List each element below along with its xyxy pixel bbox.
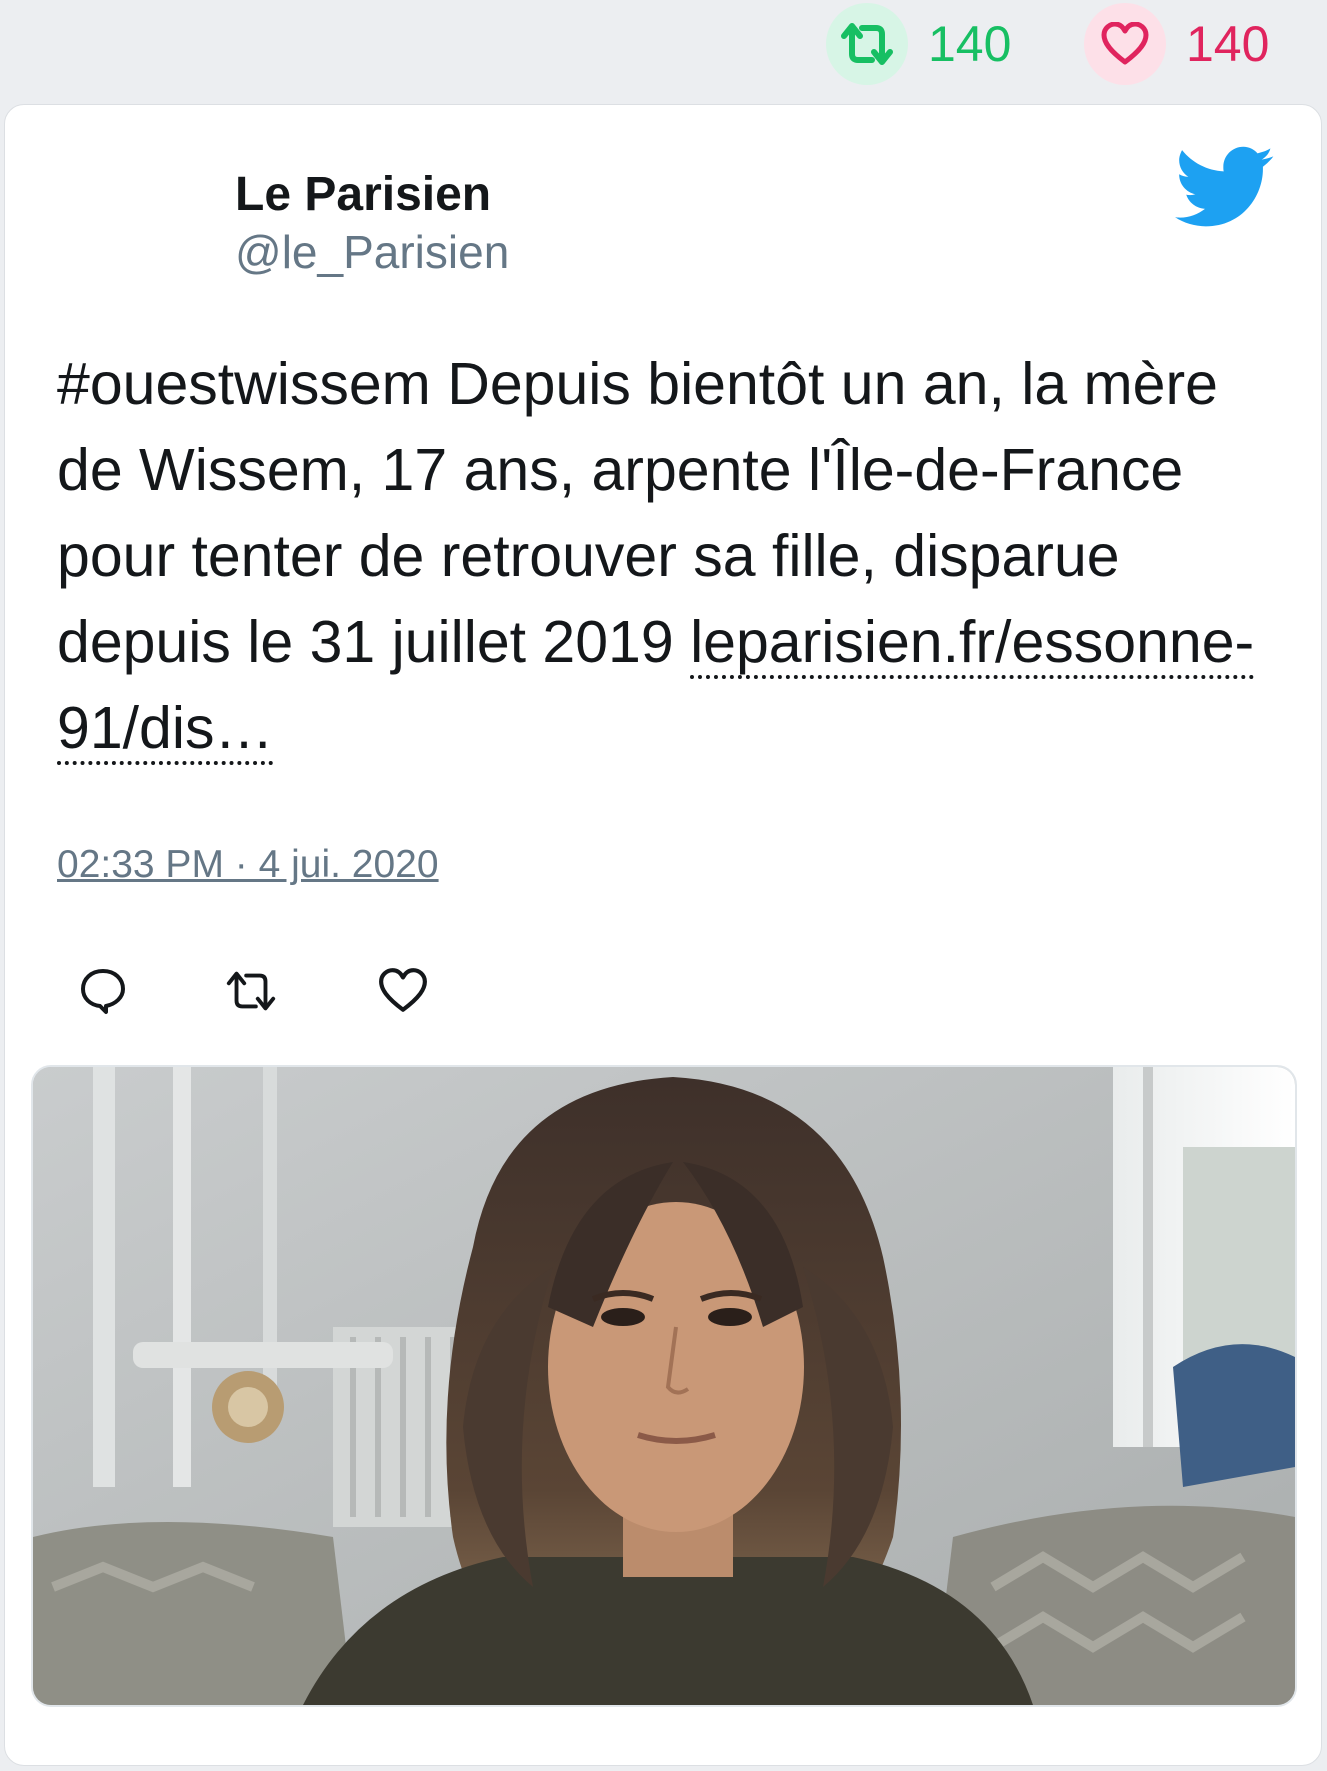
- like-count: 140: [1186, 16, 1270, 72]
- heart-icon[interactable]: [1084, 3, 1166, 85]
- engagement-bar: 140 140: [0, 0, 1327, 100]
- like-stat[interactable]: 140: [1084, 2, 1269, 86]
- retweet-icon[interactable]: [223, 963, 279, 1019]
- tweet-actions: [75, 963, 475, 1023]
- reply-icon[interactable]: [75, 963, 131, 1019]
- heart-icon[interactable]: [375, 963, 431, 1019]
- twitter-bird-icon[interactable]: [1175, 145, 1275, 231]
- author-name[interactable]: Le Parisien: [235, 167, 491, 222]
- tweet-photo[interactable]: [31, 1065, 1297, 1707]
- author-handle[interactable]: @le_Parisien: [235, 225, 509, 279]
- retweet-stat[interactable]: 140: [826, 2, 1011, 86]
- tweet-timestamp[interactable]: 02:33 PM · 4 jui. 2020: [57, 843, 439, 887]
- retweet-icon[interactable]: [826, 3, 908, 85]
- tweet-card: Le Parisien @le_Parisien #ouestwissem De…: [4, 104, 1322, 1766]
- retweet-count: 140: [928, 16, 1012, 72]
- tweet-text: #ouestwissem Depuis bientôt un an, la mè…: [57, 341, 1267, 771]
